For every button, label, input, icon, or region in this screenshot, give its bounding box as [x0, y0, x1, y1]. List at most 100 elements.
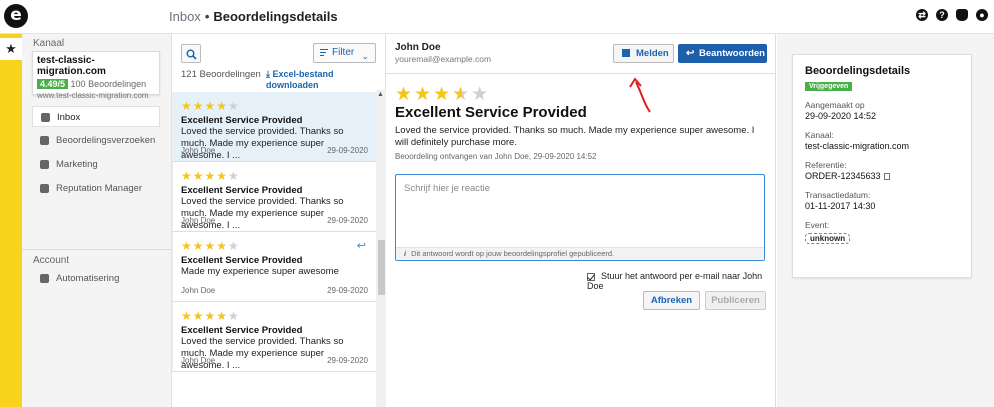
help-icon[interactable]: ? — [936, 9, 948, 21]
top-bar: e Inbox • Beoordelingsdetails ⇄ ? ● — [0, 0, 994, 34]
review-detail-panel: John Doe youremail@example.com Melden ↩ B… — [386, 34, 776, 407]
sidebar-item-beoordelingsverzoeken[interactable]: Beoordelingsverzoeken — [32, 130, 160, 151]
switch-icon[interactable]: ⇄ — [916, 9, 928, 21]
list-scrollbar[interactable]: ▲ — [376, 90, 386, 407]
excel-download-label: Excel-bestand downloaden — [266, 69, 334, 90]
checkbox-checked-icon[interactable] — [587, 272, 595, 281]
scrollbar-thumb[interactable] — [378, 240, 385, 295]
report-label: Melden — [636, 48, 669, 59]
user-icon[interactable]: ● — [976, 9, 988, 21]
cancel-button[interactable]: Afbreken — [643, 291, 700, 310]
sidebar-item-inbox[interactable]: Inbox — [32, 106, 160, 127]
field-channel: Kanaal: test-classic-migration.com — [805, 130, 959, 151]
channel-card[interactable]: test-classic-migration.com 4.49/5 100 Be… — [32, 51, 160, 100]
reply-note-text: Dit antwoord wordt op jouw beoordelingsp… — [411, 249, 615, 258]
event-badge: unknown — [805, 233, 851, 244]
excel-download-link[interactable]: ⤓ Excel-bestand downloaden — [266, 69, 385, 90]
review-date: 29-09-2020 — [327, 286, 368, 295]
review-excerpt: Made my experience super awesome — [181, 266, 339, 277]
field-label: Referentie: — [805, 160, 847, 170]
field-label: Event: — [805, 220, 830, 230]
reply-textarea[interactable]: Schrijf hier je reactie i Dit antwoord wo… — [395, 174, 765, 261]
publish-button[interactable]: Publiceren — [705, 291, 766, 310]
email-reply-label: Stuur het antwoord per e-mail naar John … — [587, 271, 763, 291]
review-meta: John Doe 29-09-2020 — [181, 216, 368, 225]
inbox-icon — [41, 113, 50, 122]
field-label: Transactiedatum: — [805, 190, 871, 200]
sidebar-item-automatisering[interactable]: Automatisering — [32, 268, 160, 289]
review-author: John Doe — [181, 216, 216, 225]
star-rating: ★★★★★ — [181, 99, 240, 113]
field-value-row: ORDER-12345633 — [805, 171, 959, 181]
field-value: ORDER-12345633 — [805, 171, 881, 181]
details-card: Beoordelingsdetails Vrijgegeven Aangemaa… — [792, 54, 972, 278]
reply-label: Beantwoorden — [699, 48, 765, 59]
copy-icon[interactable] — [883, 173, 890, 181]
review-item[interactable]: ★★★★★ Excellent Service Provided Loved t… — [172, 302, 376, 372]
sidebar-item-label: Marketing — [56, 159, 98, 170]
favorites-star-icon[interactable]: ★ — [0, 38, 22, 60]
scroll-up-icon[interactable]: ▲ — [377, 91, 384, 98]
field-label: Kanaal: — [805, 130, 834, 140]
review-title: Excellent Service Provided — [181, 325, 303, 336]
review-excerpt: Loved the service provided. Thanks so mu… — [181, 196, 344, 231]
details-title: Beoordelingsdetails — [805, 65, 911, 77]
filter-label: Filter — [332, 47, 355, 58]
channel-url: www.test-classic-migration.com — [37, 91, 149, 100]
field-created: Aangemaakt op 29-09-2020 14:52 — [805, 100, 959, 121]
review-author: John Doe — [181, 146, 216, 155]
field-value: test-classic-migration.com — [805, 141, 910, 151]
logo[interactable]: e — [4, 4, 28, 28]
review-meta: John Doe 29-09-2020 — [181, 286, 368, 295]
review-meta: John Doe 29-09-2020 — [181, 146, 368, 155]
filter-button[interactable]: Filter ⌄ — [313, 43, 376, 63]
star-rating: ★★★★★ — [181, 169, 240, 183]
report-button[interactable]: Melden — [613, 44, 674, 63]
review-author: John Doe — [181, 286, 216, 295]
breadcrumb-separator: • — [204, 9, 210, 24]
review-item[interactable]: ★★★★★ ↩ Excellent Service Provided Made … — [172, 232, 376, 302]
bell-icon[interactable] — [956, 9, 968, 21]
field-value: 01-11-2017 14:30 — [805, 201, 876, 211]
review-author: John Doe — [181, 356, 216, 365]
reply-button[interactable]: ↩ Beantwoorden — [678, 44, 767, 63]
sidebar-item-label: Reputation Manager — [56, 183, 143, 194]
top-icons: ⇄ ? ● — [916, 9, 988, 21]
search-icon — [186, 49, 197, 60]
review-list-panel: Filter ⌄ 121 Beoordelingen ⤓ Excel-besta… — [172, 34, 386, 407]
header-divider — [386, 73, 775, 74]
status-badge: Vrijgegeven — [805, 82, 853, 91]
field-value: 29-09-2020 14:52 — [805, 111, 877, 121]
review-count: 100 Beoordelingen — [70, 79, 147, 89]
reply-placeholder: Schrijf hier je reactie — [404, 183, 491, 194]
account-heading: Account — [33, 255, 70, 266]
email-reply-checkbox[interactable]: Stuur het antwoord per e-mail naar John … — [587, 271, 775, 291]
breadcrumb-inbox[interactable]: Inbox — [169, 9, 201, 24]
search-button[interactable] — [181, 44, 201, 63]
review-date: 29-09-2020 — [327, 356, 368, 365]
review-item[interactable]: ★★★★★ Excellent Service Provided Loved t… — [172, 92, 376, 162]
replied-icon: ↩ — [356, 240, 366, 252]
sparkle-icon — [40, 184, 49, 193]
breadcrumb-current: Beoordelingsdetails — [213, 9, 338, 24]
detail-star-rating: ★★★★★ — [395, 84, 491, 105]
review-item[interactable]: ★★★★★ Excellent Service Provided Loved t… — [172, 162, 376, 232]
sidebar-item-marketing[interactable]: Marketing — [32, 154, 160, 175]
review-excerpt: Loved the service provided. Thanks so mu… — [181, 126, 344, 161]
sidebar-item-reputation-manager[interactable]: Reputation Manager — [32, 178, 160, 199]
sidebar-divider — [22, 249, 172, 250]
reply-icon: ↩ — [686, 48, 695, 59]
rating-badge: 4.49/5 — [37, 79, 69, 89]
breadcrumb: Inbox • Beoordelingsdetails — [169, 9, 338, 24]
review-count-label: 121 Beoordelingen — [181, 69, 261, 80]
review-detail-title: Excellent Service Provided — [395, 104, 587, 121]
reply-note: i Dit antwoord wordt op jouw beoordelings… — [396, 247, 764, 260]
star-rating: ★★★★★ — [181, 239, 240, 253]
details-panel: Beoordelingsdetails Vrijgegeven Aangemaa… — [777, 34, 994, 407]
review-meta: John Doe 29-09-2020 — [181, 356, 368, 365]
chevron-down-icon: ⌄ — [361, 51, 369, 61]
received-info: Beoordeling ontvangen van John Doe, 29-0… — [395, 152, 597, 161]
review-detail-text: Loved the service provided. Thanks so mu… — [395, 125, 755, 148]
sidebar-item-label: Automatisering — [56, 273, 120, 284]
field-event: Event: unknown — [805, 220, 959, 244]
